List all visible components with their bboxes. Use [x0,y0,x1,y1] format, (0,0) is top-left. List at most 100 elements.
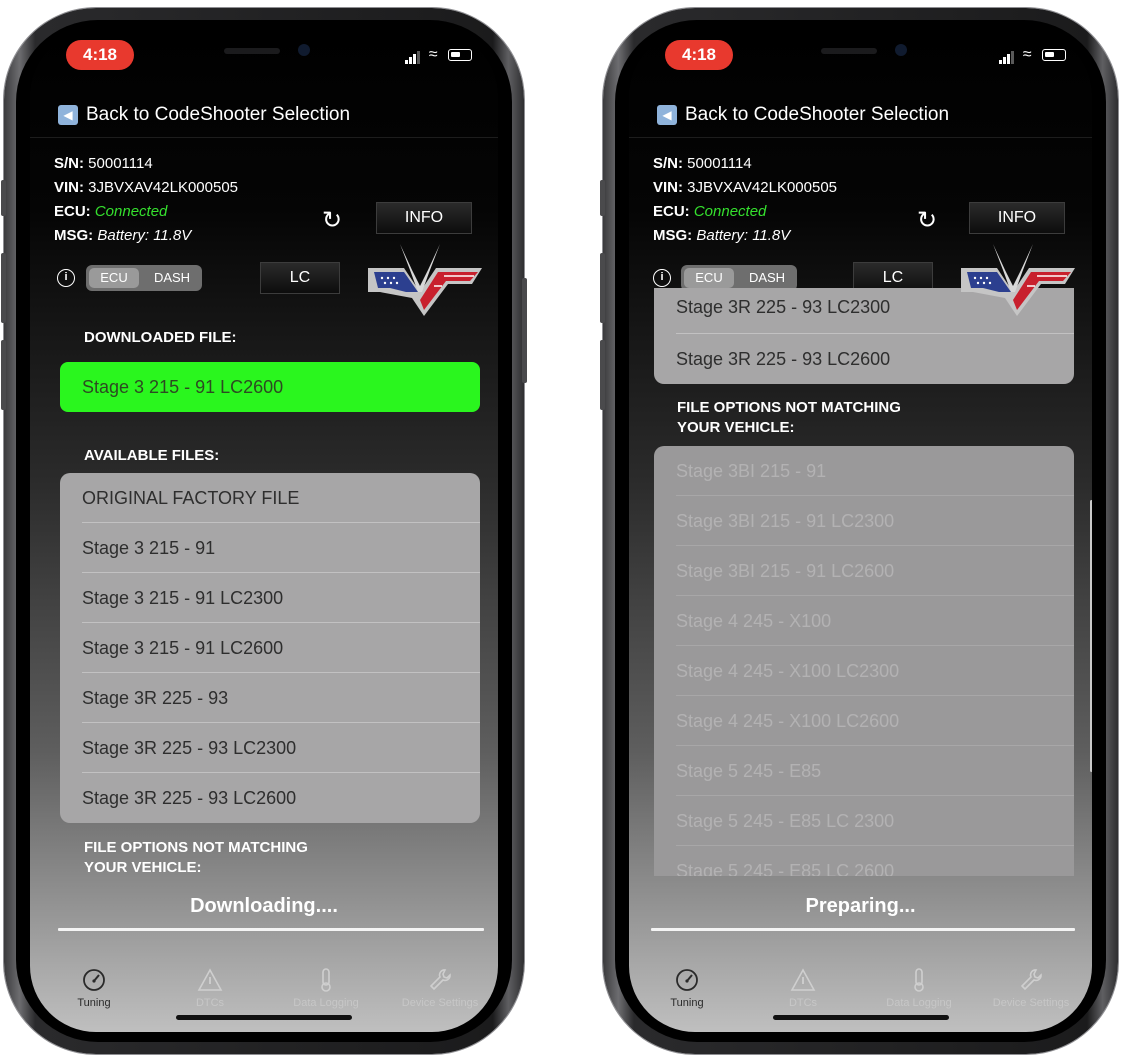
file-item[interactable]: Stage 3 215 - 91 [60,523,480,573]
segment-ecu[interactable]: ECU [684,268,734,288]
msg-label: MSG: [653,227,693,244]
file-item[interactable]: ORIGINAL FACTORY FILE [60,473,480,523]
thermometer-icon [321,968,331,992]
status-bar: 4:18 ≈ [629,30,1092,92]
file-item[interactable]: Stage 3R 225 - 93 LC2600 [654,334,1074,384]
progress-bar [58,928,484,931]
not-matching-title-line2: YOUR VEHICLE: [677,419,795,436]
speaker-grille [820,48,877,54]
tab-data-logging[interactable]: Data Logging [869,967,969,1009]
file-item-disabled: Stage 3BI 215 - 91 [654,446,1074,496]
sn-label: S/N: [54,155,84,172]
refresh-icon[interactable]: ↻ [322,206,342,235]
file-item[interactable]: Stage 3 215 - 91 LC2300 [60,573,480,623]
refresh-icon[interactable]: ↻ [917,206,937,235]
vin-line: VIN: 3JBVXAV42LK000505 [54,176,238,200]
file-item[interactable]: Stage 3 215 - 91 LC2600 [60,623,480,673]
tab-tuning[interactable]: Tuning [44,967,144,1009]
wrench-icon [1020,969,1042,991]
ecu-label: ECU: [653,203,690,220]
file-item-disabled: Stage 5 245 - E85 LC 2300 [654,796,1074,846]
msg-line: MSG: Battery: 11.8V [54,224,238,248]
status-time: 4:18 [665,40,733,70]
file-item-disabled: Stage 5 245 - E85 LC 2600 [676,861,895,876]
tab-device-settings[interactable]: Device Settings [390,967,490,1009]
tab-label: Device Settings [401,997,479,1009]
file-item[interactable]: Stage 3R 225 - 93 LC2300 [60,723,480,773]
mute-switch [600,180,605,216]
ecu-line: ECU: Connected [54,200,238,224]
file-item[interactable]: Stage 3R 225 - 93 [60,673,480,723]
vin-label: VIN: [54,179,84,196]
phone-right: 4:18 ≈ ◀ Back to CodeShooter Selection S… [600,8,1118,1054]
serial-number-line: S/N: 50001114 [54,152,238,176]
info-circle-icon[interactable]: i [653,269,671,287]
available-files-title: AVAILABLE FILES: [84,447,220,464]
tab-dtcs[interactable]: DTCs [160,967,260,1009]
not-matching-title: FILE OPTIONS NOT MATCHING YOUR VEHICLE: [84,838,308,878]
segment-ecu[interactable]: ECU [89,268,139,288]
vin-label: VIN: [653,179,683,196]
ecu-line: ECU: Connected [653,200,837,224]
file-item[interactable]: Stage 3R 225 - 93 LC2600 [60,773,480,823]
volume-down-button [600,340,605,410]
screen-left: 4:18 ≈ ◀ Back to CodeShooter Selection S… [30,30,498,1032]
sn-value: 50001114 [88,155,153,172]
wrench-icon [429,969,451,991]
tab-label: DTCs [788,997,818,1009]
msg-value: Battery: 11.8V [696,227,791,244]
tab-label: Data Logging [886,997,952,1009]
file-item-disabled: Stage 5 245 - E85 [654,746,1074,796]
msg-value: Battery: 11.8V [97,227,192,244]
not-matching-title: FILE OPTIONS NOT MATCHING YOUR VEHICLE: [677,398,901,438]
home-indicator[interactable] [176,1015,352,1020]
info-button[interactable]: INFO [376,202,472,234]
back-button[interactable]: Back to CodeShooter Selection [685,104,949,126]
segment-dash[interactable]: DASH [146,265,198,291]
vin-value: 3JBVXAV42LK000505 [88,179,239,196]
speaker-grille [224,48,280,54]
back-button[interactable]: Back to CodeShooter Selection [86,104,350,126]
tab-bar: Tuning DTCs Data Logging Device Settings [30,955,498,1032]
warning-icon [197,968,223,991]
scroll-indicator[interactable] [1090,500,1092,772]
gauge-icon [83,969,105,991]
volume-up-button [1,253,6,323]
tab-bar: Tuning DTCs Data Logging Device Settings [629,955,1092,1032]
back-arrow-icon[interactable]: ◀ [58,105,78,125]
file-item-disabled: Stage 3BI 215 - 91 LC2600 [654,546,1074,596]
tab-label: Tuning [77,997,111,1009]
tab-tuning[interactable]: Tuning [637,967,737,1009]
volume-down-button [1,340,6,410]
signal-icon [405,46,421,64]
tab-data-logging[interactable]: Data Logging [276,967,376,1009]
nav-bar: ◀ Back to CodeShooter Selection [629,98,1092,138]
info-button[interactable]: INFO [969,202,1065,234]
downloaded-file-title: DOWNLOADED FILE: [84,329,237,346]
battery-icon [1042,49,1066,61]
status-bar: 4:18 ≈ [30,30,498,92]
file-item-disabled: Stage 4 245 - X100 LC2300 [654,646,1074,696]
home-indicator[interactable] [772,1015,949,1020]
front-camera [298,44,310,56]
brand-logo [961,244,1075,316]
back-arrow-icon[interactable]: ◀ [657,105,677,125]
lc-button[interactable]: LC [260,262,340,294]
not-matching-files-list: Stage 3BI 215 - 91 Stage 3BI 215 - 91 LC… [654,446,1074,876]
wifi-icon: ≈ [1022,46,1035,64]
front-camera [894,44,907,56]
file-item-disabled: Stage 3BI 215 - 91 LC2300 [654,496,1074,546]
tab-dtcs[interactable]: DTCs [753,967,853,1009]
tab-device-settings[interactable]: Device Settings [981,967,1081,1009]
thermometer-icon [914,968,924,992]
downloaded-file-item[interactable]: Stage 3 215 - 91 LC2600 [60,362,480,412]
ecu-dash-toggle[interactable]: ECU DASH [86,265,202,291]
msg-label: MSG: [54,227,94,244]
sn-value: 50001114 [687,155,752,172]
warning-icon [790,968,816,991]
ecu-status: Connected [94,203,168,220]
info-circle-icon[interactable]: i [57,269,75,287]
nav-bar: ◀ Back to CodeShooter Selection [30,98,498,138]
tab-label: Tuning [670,997,704,1009]
phone-left: 4:18 ≈ ◀ Back to CodeShooter Selection S… [1,8,527,1054]
